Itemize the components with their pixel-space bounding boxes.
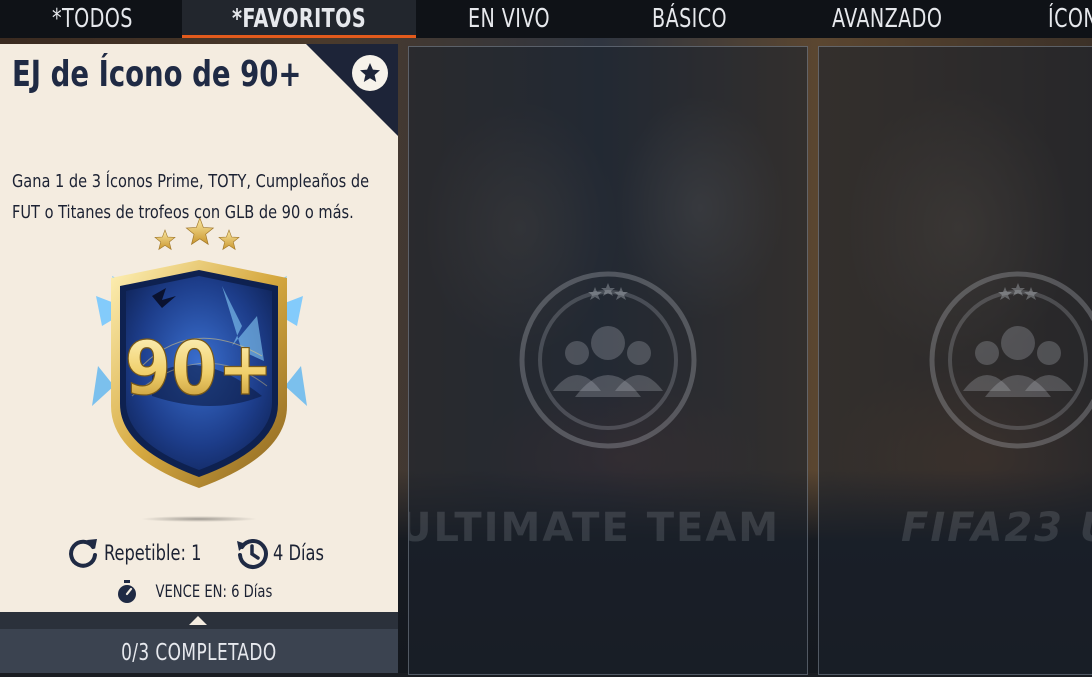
tab-avanzado[interactable]: AVANZADO [832,0,942,38]
card-title: EJ de Ícono de 90+ [12,54,302,95]
tab-icono[interactable]: ÍCON [1048,0,1092,38]
repeatable-label: Repetible: 1 [103,541,202,565]
player-emblem-icon [929,271,1092,449]
caret-up-icon[interactable] [189,616,207,625]
tab-en-vivo[interactable]: EN VIVO [468,0,550,38]
objective-card-main[interactable]: EJ de Ícono de 90+ Gana 1 de 3 Íconos Pr… [0,44,398,612]
history-clock-icon [237,539,268,569]
objective-card-3[interactable]: FIFA23 U [818,46,1092,675]
tab-bar: *TODOS *FAVORITOS EN VIVO BÁSICO AVANZAD… [0,0,1092,38]
tab-basico[interactable]: BÁSICO [652,0,727,38]
expiry-label: VENCE EN: 6 Días [155,582,273,602]
watermark-text: FIFA23 U [901,505,1092,551]
player-emblem-icon [519,271,697,449]
refresh-label: 4 Días [273,541,325,565]
completion-label: 0/3 COMPLETADO [121,640,277,666]
description-line: Gana 1 de 3 Íconos Prime, TOTY, Cumpleañ… [12,171,370,192]
expiry-info: VENCE EN: 6 Días [0,580,398,604]
card-info-row: Repetible: 1 4 Días [0,536,398,570]
rating-stars-icon [154,218,240,251]
repeatable-info: Repetible: 1 [66,536,217,570]
repeat-icon [68,539,97,568]
refresh-info: 4 Días [235,536,332,570]
tab-favoritos[interactable]: *FAVORITOS [232,0,366,38]
watermark-text: ULTIMATE TEAM [408,505,781,551]
stopwatch-icon [118,580,137,603]
completion-bar[interactable]: 0/3 COMPLETADO [0,629,398,673]
tab-active-underline [182,35,416,38]
card-corner [306,44,398,136]
star-icon [360,63,380,82]
pack-shadow [140,516,258,522]
pack-badge-icon: 90+ [92,260,307,488]
objective-card-2[interactable]: ULTIMATE TEAM [408,46,808,675]
tab-todos[interactable]: *TODOS [52,0,133,38]
favorite-button[interactable] [352,55,388,91]
pack-rating-label: 90+ [125,326,273,412]
